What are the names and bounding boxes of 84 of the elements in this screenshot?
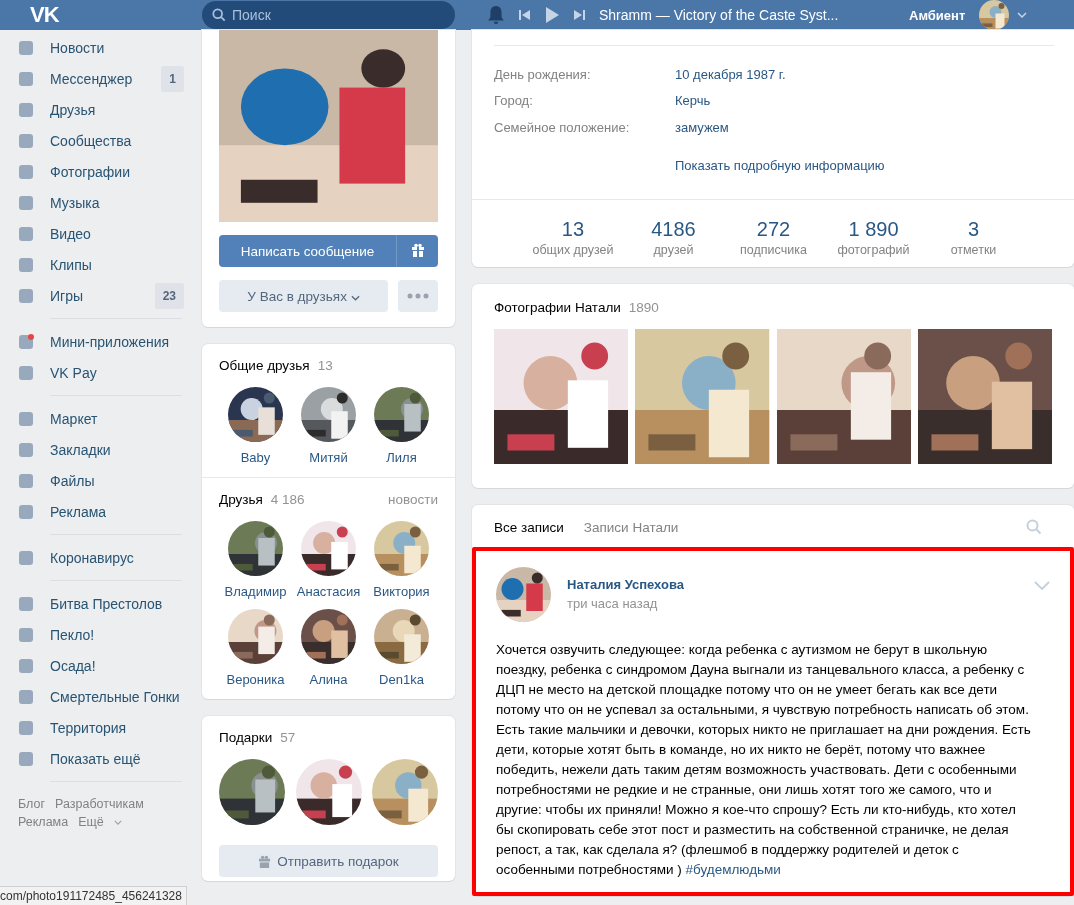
sidebar-item[interactable]: Реклама [50,503,202,520]
gift-button[interactable] [396,235,438,267]
stat-value[interactable]: 272 [756,218,791,241]
stat-value[interactable]: 4186 [651,218,696,241]
section-title[interactable]: Друзья [219,492,263,507]
sidebar-item[interactable]: Закладки [50,441,202,458]
previous-icon[interactable] [519,9,531,21]
section-count: 57 [280,730,296,745]
sidebar-item[interactable]: Показать ещё [50,750,202,767]
sidebar-item[interactable]: Осада! [50,657,202,674]
sidebar-item[interactable]: Маркет [50,410,202,427]
info-value[interactable]: Керчь [675,93,711,109]
friend-name[interactable]: Владимир [224,584,287,599]
sidebar-item[interactable]: VK Pay [50,364,202,381]
friend-name[interactable]: Виктория [373,584,430,599]
friend-name[interactable]: Анастасия [296,584,361,599]
sidebar-item[interactable]: Игры [50,287,155,304]
search-field[interactable]: Поиск [202,1,455,29]
more-button[interactable] [398,280,438,312]
stat-label[interactable]: подписчика [740,243,807,257]
wall-tab[interactable]: Все записи [494,519,564,535]
friend-name[interactable]: Вероника [226,672,285,687]
section-title[interactable]: Фотографии Натали [494,300,621,315]
info-label: Город: [494,93,534,109]
count-badge: 23 [154,282,184,309]
sidebar-item[interactable]: Территория [50,719,202,736]
stat-value[interactable]: 13 [561,218,585,241]
section-count: 4 186 [270,492,305,507]
sidebar-item[interactable]: Сообщества [50,132,202,149]
stat-label[interactable]: отметки [950,243,997,257]
track-title[interactable]: Shramm — Victory of the Caste Syst... [599,7,909,23]
sidebar-item[interactable]: Видео [50,225,202,242]
more-icon [407,293,429,299]
info-label: Семейное положение: [494,119,631,135]
sidebar-item[interactable]: Файлы [50,472,202,489]
sidebar-item[interactable]: Мини-приложения [50,333,202,350]
section-count: 13 [317,358,333,373]
hashtag-link[interactable]: #будемлюдьми [685,862,781,877]
next-icon[interactable] [573,9,585,21]
stat-label[interactable]: фотографий [837,243,910,257]
stat-label[interactable]: друзей [653,243,694,257]
friend-name[interactable]: Baby [240,450,271,465]
sidebar-item[interactable]: Битва Престолов [50,595,202,612]
caret-icon[interactable] [113,819,122,825]
caret-icon[interactable] [1017,12,1028,18]
search-icon [212,8,226,22]
user-name[interactable]: Амбиент [909,7,966,23]
friend-name[interactable]: Лиля [386,450,417,465]
author-name[interactable]: Наталия Успехова [567,577,1018,592]
wall-tab[interactable]: Записи Натали [583,519,679,535]
stat-label[interactable]: общих друзей [532,243,614,257]
play-icon[interactable] [545,7,559,23]
message-button[interactable]: Написать сообщение [219,235,396,267]
sidebar-item[interactable]: Музыка [50,194,202,211]
section-title[interactable]: Подарки [219,730,273,745]
section-count: 1890 [628,300,659,315]
send-gift-button[interactable]: Отправить подарок [219,845,438,877]
sidebar-item[interactable]: Смертельные Гонки [50,688,202,705]
status-url: com/photo191172485_456241328 [0,886,187,905]
stat-value[interactable]: 1 890 [848,218,899,241]
logo[interactable]: VK [30,2,202,28]
section-title[interactable]: Общие друзья [219,358,310,373]
sidebar-item[interactable]: Друзья [50,101,202,118]
caret-icon [350,294,360,301]
show-more-link[interactable]: Показать подробную информацию [675,158,885,174]
friend-status-button[interactable]: У Вас в друзьях [219,280,388,312]
post-text: Хочется озвучить следующее: когда ребенка с аутизмом не берут в школьную поездку, ребенка с синдромом Дауна выгнали из танцевального класса, а ребенку с ДЦП не место на детской площадке потому что он не умеет бегать как все дети потому что он не успевал за остальными, я чувствую потребность написать об этом. Есть такие мальчики и девочки, которых никто не приглашает на дни рождения. Есть дети, которые хотят быть в команде, но их никто не берёт, потому что важнее победить, нежели дать таким детям возможность участвовать. Дети с особенными потребностями не редкие и не странные, они лишь хотят того же самого, что и другие: чтобы их приняли! Можно я кое-что спрошу? Есть ли кто-нибудь, кто хотел бы скопировать себе этот пост и разместить на собственной страничке, не делая репост, а так, как сделала я? (флешмоб в поддержку родителей и деток с особенными потребностями ) #будемлюдьми [496,641,1031,879]
friend-name[interactable]: Den1ka [379,672,424,687]
bell-icon[interactable] [487,5,505,25]
friend-name[interactable]: Алина [309,672,348,687]
gift-icon [258,854,272,868]
sidebar-item[interactable]: Фотографии [50,163,202,180]
count-badge: 1 [161,65,184,92]
gift-icon [410,242,425,257]
sidebar-item[interactable]: Клипы [50,256,202,273]
sidebar-item[interactable]: Пекло! [50,626,202,643]
info-value[interactable]: замужем [675,119,729,135]
sidebar-item[interactable]: Коронавирус [50,549,202,566]
info-value[interactable]: 10 декабря 1987 г. [675,66,786,82]
sidebar-item[interactable]: Новости [50,39,202,56]
info-label: День рождения: [494,66,592,82]
stat-value[interactable]: 3 [967,218,980,241]
sidebar-item[interactable]: Мессенджер [50,70,162,87]
friend-name[interactable]: Митяй [309,450,348,465]
